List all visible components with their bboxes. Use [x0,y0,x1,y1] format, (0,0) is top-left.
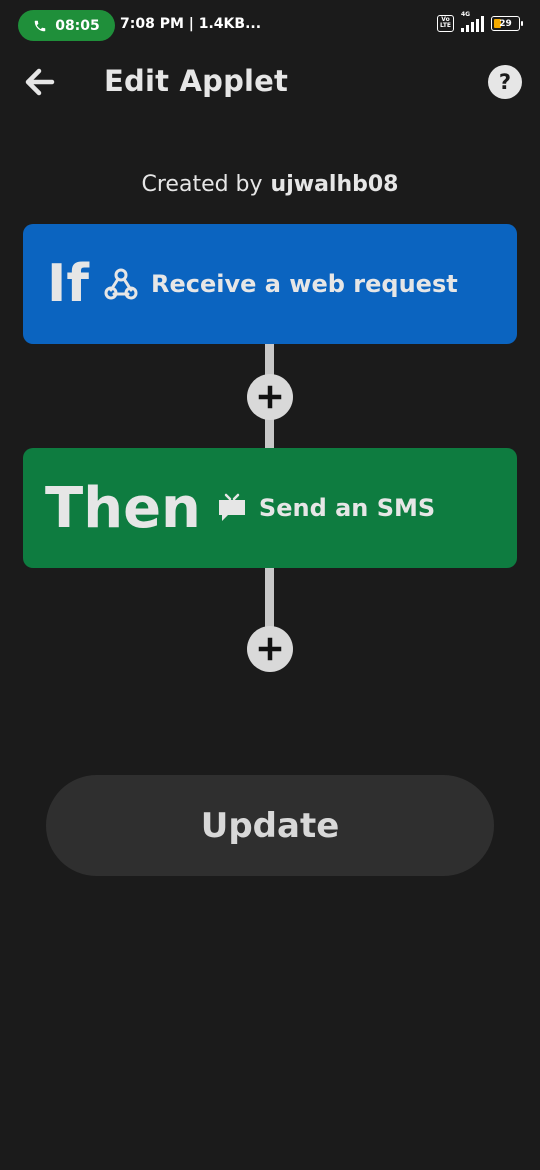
battery-icon: 29 [491,16,523,31]
plus-icon [258,385,282,409]
signal-icon: 4G [461,11,484,32]
action-label: Send an SMS [258,494,436,522]
volte-icon: Vo LTE [437,15,454,32]
page-title: Edit Applet [104,64,289,98]
network-type-label: 4G [461,10,471,18]
plus-icon [258,637,282,661]
created-by-line: Created by ujwalhb08 [0,172,540,197]
created-by-label: Created by [141,172,263,197]
battery-level: 29 [499,18,512,29]
status-info-text: 7:08 PM | 1.4KB... [120,16,262,32]
update-button[interactable]: Update [46,775,494,876]
creator-username[interactable]: ujwalhb08 [271,172,399,197]
system-icons: Vo LTE 4G 29 [437,11,523,32]
help-icon[interactable]: ? [488,65,522,99]
ongoing-call-pill[interactable]: 08:05 [18,10,115,41]
sms-icon [218,493,245,521]
if-trigger-card[interactable]: If Receive a web request [23,224,517,344]
phone-icon [34,20,46,31]
then-keyword: Then [45,475,201,541]
status-bar: 08:05 7:08 PM | 1.4KB... Vo LTE 4G 29 [0,0,540,52]
if-keyword: If [47,254,89,314]
call-timer: 08:05 [55,17,100,34]
add-step-button[interactable] [247,626,293,672]
webhooks-icon [104,268,138,300]
then-action-card[interactable]: Then Send an SMS [23,448,517,568]
back-arrow-icon[interactable] [22,64,58,100]
trigger-label: Receive a web request [150,270,458,298]
add-step-button[interactable] [247,374,293,420]
